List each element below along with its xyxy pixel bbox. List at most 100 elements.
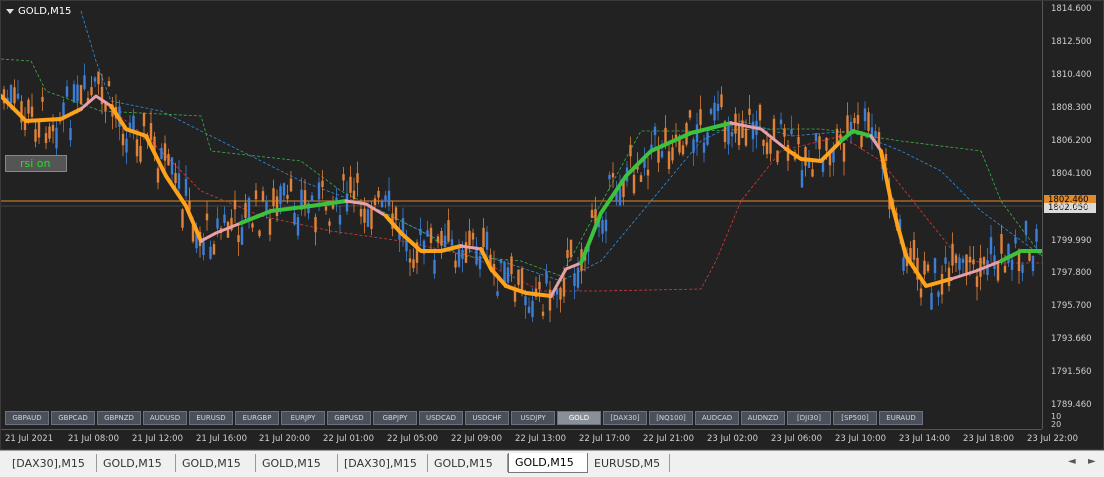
candle-body: [814, 133, 818, 142]
candle-body: [184, 178, 188, 196]
ma-line-segment: [344, 199, 388, 218]
symbol-button-sp500[interactable]: [SP500]: [833, 411, 877, 425]
ma-line-segment: [1, 94, 83, 123]
candle-body: [1031, 255, 1035, 272]
symbol-title-text: GOLD,M15: [18, 6, 72, 17]
dropdown-triangle-icon[interactable]: [6, 9, 14, 14]
candle-body: [961, 258, 965, 263]
candle-body: [1028, 252, 1031, 261]
rsi-toggle-button[interactable]: rsi on: [5, 155, 67, 172]
symbol-button-dax30[interactable]: [DAX30]: [603, 411, 647, 425]
chart-tab[interactable]: GOLD,M15: [97, 454, 176, 472]
candle-body: [874, 130, 877, 138]
chart-tab[interactable]: GOLD,M15: [428, 454, 508, 472]
candle-body: [762, 139, 765, 146]
chart-tab[interactable]: [DAX30],M15: [6, 454, 97, 472]
candle-body: [471, 232, 475, 240]
candle-body: [212, 244, 216, 255]
candle-body: [443, 235, 447, 247]
candle-body: [573, 273, 576, 287]
candle-body: [177, 173, 181, 189]
time-axis-label: 21 Jul 16:00: [196, 434, 247, 444]
tab-scroll-right-icon[interactable]: ►: [1088, 456, 1096, 467]
candle-body: [44, 133, 48, 144]
symbol-button-gbpcad[interactable]: GBPCAD: [51, 411, 95, 425]
candle-body: [55, 127, 58, 149]
candle-body: [121, 133, 125, 146]
candle-body: [968, 256, 972, 263]
chart-tab[interactable]: GOLD,M15: [176, 454, 256, 472]
time-axis: 21 Jul 2021 21 Jul 08:00 21 Jul 12:00 21 Ju…: [1, 429, 1078, 450]
candle-body: [646, 169, 650, 176]
symbol-button-eurjpy[interactable]: EURJPY: [281, 411, 325, 425]
candle-body: [293, 212, 296, 225]
symbol-button-eurusd[interactable]: EURUSD: [189, 411, 233, 425]
candle-body: [807, 161, 811, 168]
candle-body: [954, 255, 958, 264]
ma-line-segment: [109, 104, 203, 243]
chart-symbol-title[interactable]: GOLD,M15: [6, 6, 71, 17]
candle-body: [107, 81, 111, 87]
candle-body: [972, 259, 975, 265]
candle-body: [338, 215, 342, 225]
chart-tab[interactable]: EURUSD,M5: [588, 454, 670, 472]
symbol-button-usdjpy[interactable]: USDJPY: [511, 411, 555, 425]
candle-body: [314, 217, 317, 233]
symbol-button-audcad[interactable]: AUDCAD: [695, 411, 739, 425]
candle-body: [160, 147, 163, 160]
candle-body: [951, 243, 954, 266]
symbol-button-gbpaud[interactable]: GBPAUD: [5, 411, 49, 425]
candle-body: [181, 209, 184, 228]
symbol-button-gold[interactable]: GOLD: [557, 411, 601, 425]
time-axis-label: 21 Jul 08:00: [68, 434, 119, 444]
time-axis-label: 22 Jul 09:00: [451, 434, 502, 444]
chart-window[interactable]: GOLD,M15 rsi on GBPAUD GBPCAD GBPNZD AUDUSD…: [0, 0, 1104, 450]
candle-body: [48, 126, 51, 139]
symbol-button-audusd[interactable]: AUDUSD: [143, 411, 187, 425]
candle-body: [958, 257, 961, 270]
symbol-button-nq100[interactable]: [NQ100]: [649, 411, 693, 425]
time-axis-label: 23 Jul 10:00: [835, 434, 886, 444]
symbol-button-gbpusd[interactable]: GBPUSD: [327, 411, 371, 425]
candle-body: [517, 269, 520, 285]
symbol-button-usdchf[interactable]: USDCHF: [465, 411, 509, 425]
candle-body: [947, 267, 951, 286]
candle-body: [769, 139, 772, 154]
price-chart[interactable]: [1, 1, 1042, 429]
symbol-button-usdcad[interactable]: USDCAD: [419, 411, 463, 425]
chart-tab[interactable]: GOLD,M15: [256, 454, 338, 472]
candle-body: [436, 236, 440, 243]
candle-body: [370, 207, 373, 229]
candle-body: [380, 201, 384, 208]
candle-body: [982, 257, 986, 265]
symbol-button-gbpjpy[interactable]: GBPJPY: [373, 411, 417, 425]
candle-body: [275, 196, 279, 217]
symbol-button-audnzd[interactable]: AUDNZD: [741, 411, 785, 425]
ma-line-segment: [879, 149, 953, 288]
tab-scroll-left-icon[interactable]: ◄: [1068, 456, 1076, 467]
price-axis-label: 1791.560: [1051, 367, 1092, 377]
candle-body: [790, 129, 793, 135]
symbol-button-eurgbp[interactable]: EURGBP: [235, 411, 279, 425]
candle-body: [912, 240, 916, 260]
candle-body: [310, 195, 314, 202]
price-axis-label: 1797.800: [1051, 268, 1092, 278]
candle-body: [706, 132, 709, 145]
candle-body: [632, 174, 636, 194]
candle-body: [590, 209, 594, 218]
candle-body: [135, 139, 139, 157]
time-axis-label: 23 Jul 06:00: [771, 434, 822, 444]
chart-tab[interactable]: GOLD,M15: [508, 453, 588, 473]
time-axis-label: 23 Jul 14:00: [899, 434, 950, 444]
candle-body: [265, 201, 268, 212]
symbol-button-dji30[interactable]: [DJI30]: [787, 411, 831, 425]
candle-body: [363, 208, 366, 223]
candle-body: [324, 206, 328, 211]
symbol-button-gbpnzd[interactable]: GBPNZD: [97, 411, 141, 425]
chart-tab[interactable]: [DAX30],M15: [338, 454, 428, 472]
symbol-button-euraud[interactable]: EURAUD: [879, 411, 923, 425]
candle-body: [342, 174, 345, 181]
candle-body: [9, 85, 13, 104]
candle-body: [720, 94, 723, 108]
candle-body: [741, 120, 744, 138]
